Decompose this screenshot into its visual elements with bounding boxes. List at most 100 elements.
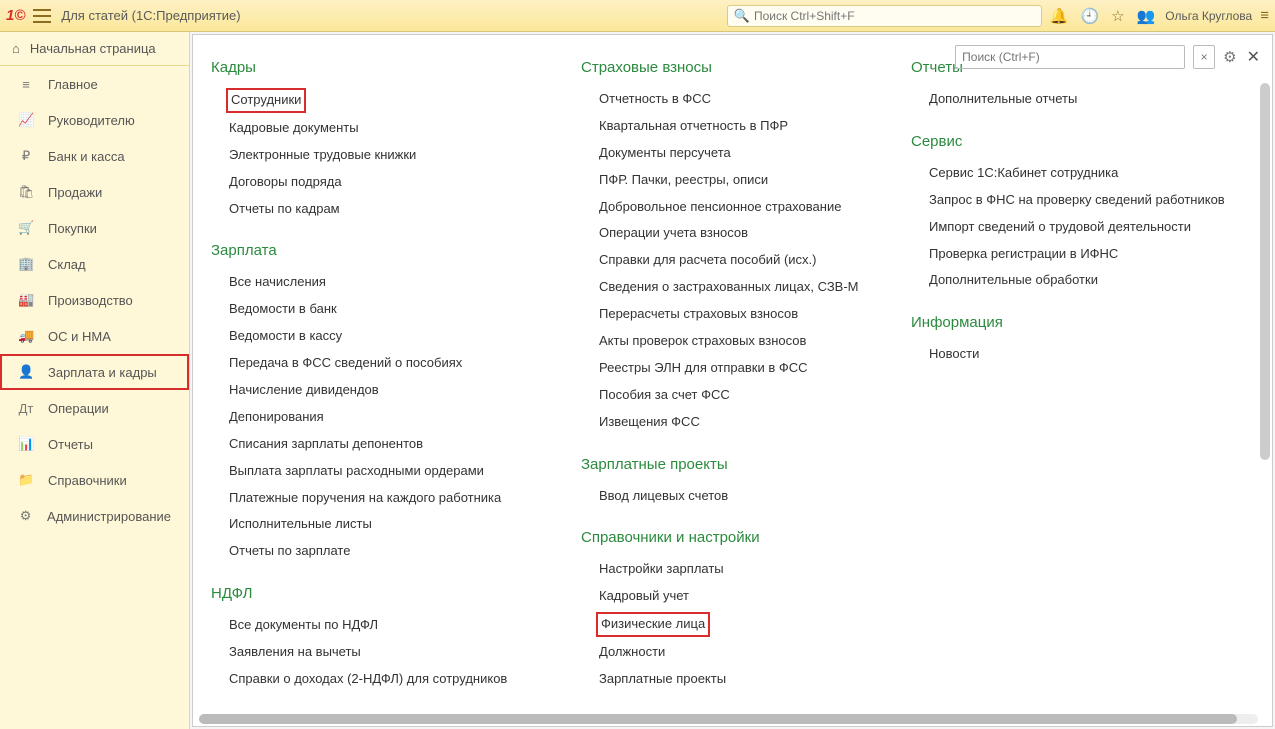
menu-link[interactable]: Все документы по НДФЛ bbox=[229, 617, 581, 634]
menu-link[interactable]: Электронные трудовые книжки bbox=[229, 147, 581, 164]
sidebar-item-2[interactable]: ₽ Банк и касса bbox=[0, 138, 189, 174]
sidebar-icon: 🏭 bbox=[18, 292, 34, 308]
sidebar-label: Производство bbox=[48, 293, 133, 308]
menu-link[interactable]: Выплата зарплаты расходными ордерами bbox=[229, 463, 581, 480]
sidebar-item-7[interactable]: 🚚ОС и НМА bbox=[0, 318, 189, 354]
sidebar-icon: 🚚 bbox=[18, 328, 34, 344]
h-scrollbar[interactable] bbox=[199, 714, 1258, 724]
panel-search[interactable] bbox=[955, 45, 1185, 69]
menu-link-highlight[interactable]: Сотрудники bbox=[229, 91, 303, 110]
menu-link-highlight[interactable]: Физические лица bbox=[599, 615, 707, 634]
menu-link[interactable]: Проверка регистрации в ИФНС bbox=[929, 246, 1260, 263]
sidebar-label: Главное bbox=[48, 77, 98, 92]
menu-link[interactable]: Кадровые документы bbox=[229, 120, 581, 137]
main-menu-icon[interactable] bbox=[33, 9, 51, 23]
menu-link[interactable]: Извещения ФСС bbox=[599, 414, 911, 431]
menu-link[interactable]: Ведомости в банк bbox=[229, 301, 581, 318]
section-title[interactable]: НДФЛ bbox=[211, 585, 581, 602]
sidebar-item-6[interactable]: 🏭 Производство bbox=[0, 282, 189, 318]
section-title[interactable]: Кадры bbox=[211, 59, 581, 76]
menu-link[interactable]: Списания зарплаты депонентов bbox=[229, 436, 581, 453]
gear-icon[interactable]: ⚙ bbox=[1223, 48, 1236, 66]
menu-link[interactable]: Заявления на вычеты bbox=[229, 644, 581, 661]
sidebar-label: Администрирование bbox=[47, 509, 171, 524]
menu-link[interactable]: Все начисления bbox=[229, 274, 581, 291]
bell-icon[interactable]: 🔔 bbox=[1050, 7, 1069, 25]
menu-link[interactable]: Реестры ЭЛН для отправки в ФСС bbox=[599, 360, 911, 377]
global-search-input[interactable] bbox=[754, 9, 1035, 23]
menu-link[interactable]: Исполнительные листы bbox=[229, 516, 581, 533]
menu-link[interactable]: Сведения о застрахованных лицах, СЗВ-М bbox=[599, 279, 911, 296]
section-title[interactable]: Зарплата bbox=[211, 242, 581, 259]
users-icon[interactable]: 👥 bbox=[1137, 7, 1156, 25]
section-title[interactable]: Справочники и настройки bbox=[581, 529, 911, 546]
sidebar-icon: 🏢 bbox=[18, 256, 34, 272]
settings-bars-icon[interactable]: ≡ bbox=[1260, 7, 1269, 24]
home-label: Начальная страница bbox=[30, 41, 156, 56]
menu-link[interactable]: Дополнительные отчеты bbox=[929, 91, 1260, 108]
sidebar-item-8[interactable]: 👤Зарплата и кадры bbox=[0, 354, 189, 390]
menu-link[interactable]: Зарплатные проекты bbox=[599, 671, 911, 688]
section-title[interactable]: Страховые взносы bbox=[581, 59, 911, 76]
menu-link[interactable]: Новости bbox=[929, 346, 1260, 363]
menu-link[interactable]: Передача в ФСС сведений о пособиях bbox=[229, 355, 581, 372]
panel-search-input[interactable] bbox=[962, 50, 1178, 64]
menu-link[interactable]: Акты проверок страховых взносов bbox=[599, 333, 911, 350]
v-scrollbar[interactable] bbox=[1260, 83, 1270, 712]
history-icon[interactable]: 🕘 bbox=[1080, 7, 1099, 25]
sidebar-label: Продажи bbox=[48, 185, 102, 200]
menu-link[interactable]: Настройки зарплаты bbox=[599, 561, 911, 578]
menu-link[interactable]: Документы персучета bbox=[599, 145, 911, 162]
sidebar-item-5[interactable]: 🏢Склад bbox=[0, 246, 189, 282]
section-title[interactable]: Сервис bbox=[911, 133, 1260, 150]
menu-link[interactable]: Депонирования bbox=[229, 409, 581, 426]
search-icon: 🔍 bbox=[734, 8, 750, 24]
menu-link[interactable]: Сервис 1С:Кабинет сотрудника bbox=[929, 165, 1260, 182]
sidebar-item-10[interactable]: 📊Отчеты bbox=[0, 426, 189, 462]
menu-link[interactable]: Квартальная отчетность в ПФР bbox=[599, 118, 911, 135]
menu-link[interactable]: Отчеты по кадрам bbox=[229, 201, 581, 218]
menu-link[interactable]: Ввод лицевых счетов bbox=[599, 488, 911, 505]
menu-link[interactable]: ПФР. Пачки, реестры, описи bbox=[599, 172, 911, 189]
menu-link[interactable]: Платежные поручения на каждого работника bbox=[229, 490, 581, 507]
sidebar-item-12[interactable]: ⚙Администрирование bbox=[0, 498, 189, 534]
sidebar-home[interactable]: ⌂ Начальная страница bbox=[0, 32, 189, 66]
sidebar-item-3[interactable]: 🛍Продажи bbox=[0, 174, 189, 210]
sidebar-label: Покупки bbox=[48, 221, 97, 236]
menu-link[interactable]: Перерасчеты страховых взносов bbox=[599, 306, 911, 323]
menu-link[interactable]: Импорт сведений о трудовой деятельности bbox=[929, 219, 1260, 236]
menu-link[interactable]: Отчеты по зарплате bbox=[229, 543, 581, 560]
user-name[interactable]: Ольга Круглова bbox=[1165, 9, 1252, 23]
menu-link[interactable]: Добровольное пенсионное страхование bbox=[599, 199, 911, 216]
menu-link[interactable]: Отчетность в ФСС bbox=[599, 91, 911, 108]
menu-link[interactable]: Запрос в ФНС на проверку сведений работн… bbox=[929, 192, 1260, 209]
top-bar: 1© Для статей (1С:Предприятие) 🔍 🔔 🕘 ☆ 👥… bbox=[0, 0, 1275, 32]
menu-link[interactable]: Начисление дивидендов bbox=[229, 382, 581, 399]
sidebar-label: Операции bbox=[48, 401, 109, 416]
sidebar-item-1[interactable]: 📈Руководителю bbox=[0, 102, 189, 138]
menu-link[interactable]: Ведомости в кассу bbox=[229, 328, 581, 345]
star-icon[interactable]: ☆ bbox=[1111, 7, 1124, 25]
close-icon[interactable]: ✕ bbox=[1247, 47, 1260, 67]
menu-link[interactable]: Справки для расчета пособий (исх.) bbox=[599, 252, 911, 269]
sidebar-item-11[interactable]: 📁Справочники bbox=[0, 462, 189, 498]
sidebar-icon: 📊 bbox=[18, 436, 34, 452]
sidebar-label: Справочники bbox=[48, 473, 127, 488]
menu-link[interactable]: Дополнительные обработки bbox=[929, 272, 1260, 289]
menu-link[interactable]: Должности bbox=[599, 644, 911, 661]
sidebar-item-0[interactable]: ≡ Главное bbox=[0, 66, 189, 102]
sidebar-icon: ₽ bbox=[18, 148, 34, 164]
menu-link[interactable]: Пособия за счет ФСС bbox=[599, 387, 911, 404]
sidebar-label: Банк и касса bbox=[48, 149, 125, 164]
sidebar-item-4[interactable]: 🛒Покупки bbox=[0, 210, 189, 246]
menu-link[interactable]: Справки о доходах (2-НДФЛ) для сотрудник… bbox=[229, 671, 581, 688]
menu-link[interactable]: Кадровый учет bbox=[599, 588, 911, 605]
sidebar-item-9[interactable]: ДтОперации bbox=[0, 390, 189, 426]
section-title[interactable]: Зарплатные проекты bbox=[581, 456, 911, 473]
menu-link[interactable]: Договоры подряда bbox=[229, 174, 581, 191]
sidebar-icon: ≡ bbox=[18, 77, 34, 92]
menu-link[interactable]: Операции учета взносов bbox=[599, 225, 911, 242]
clear-search-button[interactable]: × bbox=[1193, 45, 1215, 69]
global-search[interactable]: 🔍 bbox=[727, 5, 1042, 27]
section-title[interactable]: Информация bbox=[911, 314, 1260, 331]
